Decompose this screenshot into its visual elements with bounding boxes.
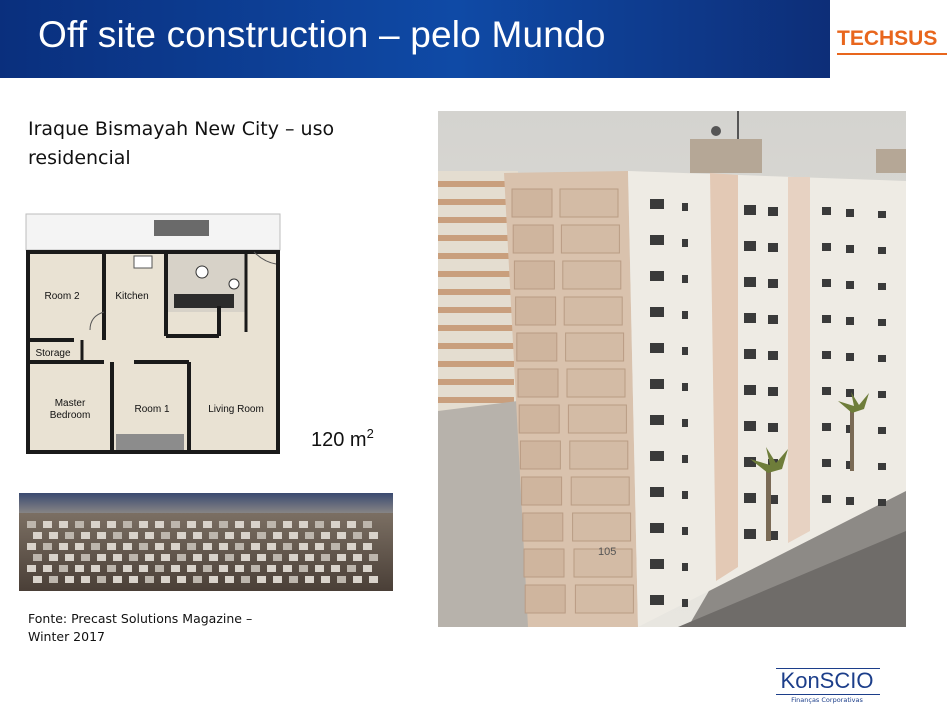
logo-name: KonSCIO <box>780 668 874 693</box>
source-caption: Fonte: Precast Solutions Magazine – Wint… <box>28 611 253 644</box>
title-bar: Off site construction – pelo Mundo <box>0 0 830 78</box>
slide-title: Off site construction – pelo Mundo <box>38 14 606 55</box>
room-label: Room 2 <box>44 291 79 302</box>
konscio-logo: KonSCIO Finanças Corporativas <box>772 668 882 706</box>
logo-bottom-line <box>776 694 880 695</box>
unit-area: 120 m2 <box>311 426 374 452</box>
area-value: 120 m <box>311 429 367 451</box>
floor-plan-image: Room 2 Kitchen Storage Master Bedroom Ro… <box>24 212 282 456</box>
brand-text: TECHSUS <box>837 27 938 50</box>
room-label: Living Room <box>208 404 264 415</box>
room-label: Kitchen <box>115 291 148 302</box>
building-photo: 105 <box>438 111 906 627</box>
room-label: Bedroom <box>50 410 91 421</box>
room-label: Storage <box>35 348 70 359</box>
project-subtitle: Iraque Bismayah New City – uso residenci… <box>28 118 335 169</box>
brand-underline <box>837 53 947 55</box>
aerial-city-photo <box>19 493 393 591</box>
techsus-logo: TECHSUS <box>837 27 947 57</box>
logo-tagline: Finanças Corporativas <box>791 696 863 704</box>
area-unit-superscript: 2 <box>366 426 374 441</box>
room-label: Master <box>55 398 86 409</box>
unit-number: 105 <box>598 546 616 558</box>
room-label: Room 1 <box>134 404 169 415</box>
